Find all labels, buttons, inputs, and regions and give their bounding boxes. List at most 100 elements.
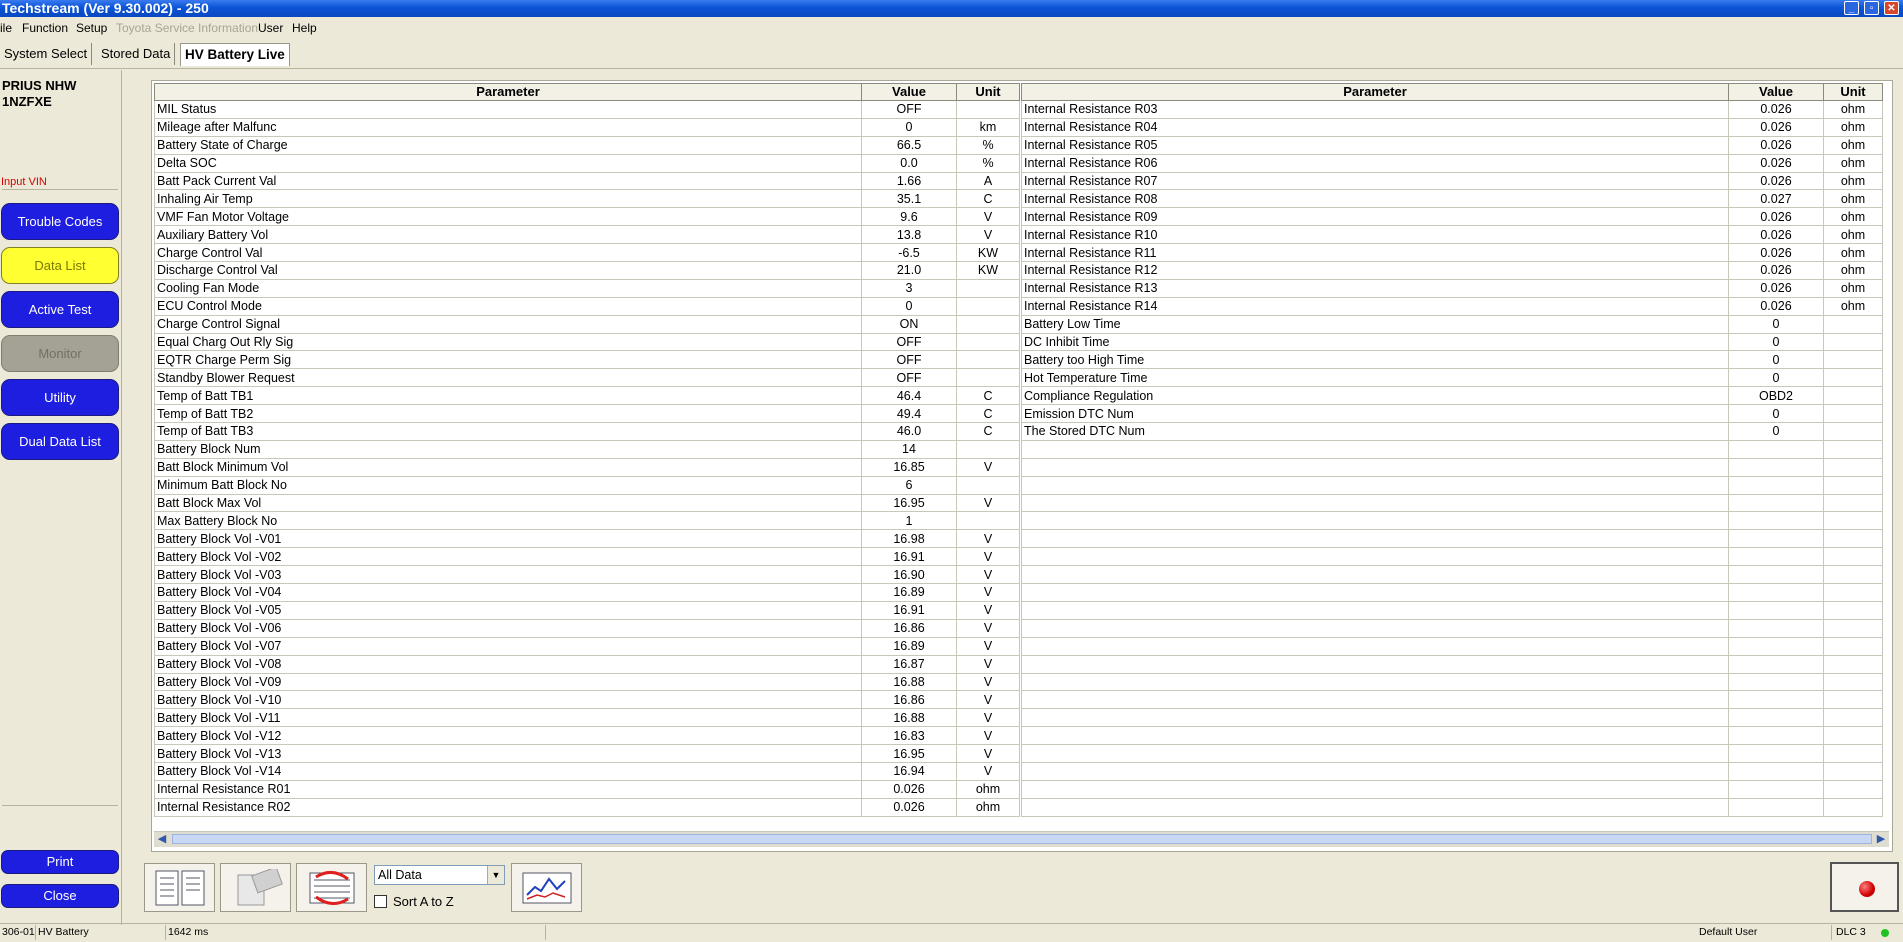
- active-test-button[interactable]: Active Test: [1, 291, 119, 328]
- table-row[interactable]: [1021, 547, 1883, 567]
- table-row[interactable]: [1021, 565, 1883, 585]
- table-row[interactable]: Battery Block Vol -V04 16.89 V: [154, 583, 1020, 602]
- table-row[interactable]: Battery Block Num 14: [154, 439, 1020, 459]
- table-row[interactable]: Internal Resistance R04 0.026 ohm: [1021, 117, 1883, 137]
- table-row[interactable]: Mileage after Malfunc 0 km: [154, 117, 1020, 137]
- column-header-unit[interactable]: Unit: [1823, 83, 1883, 101]
- table-row[interactable]: Discharge Control Val 21.0 KW: [154, 261, 1020, 280]
- close-button[interactable]: Close: [1, 884, 119, 908]
- column-header-parameter[interactable]: Parameter: [1021, 83, 1729, 101]
- table-row[interactable]: Equal Charg Out Rly Sig OFF: [154, 332, 1020, 352]
- table-row[interactable]: Battery Block Vol -V01 16.98 V: [154, 529, 1020, 549]
- table-row[interactable]: Temp of Batt TB1 46.4 C: [154, 386, 1020, 406]
- table-row[interactable]: [1021, 744, 1883, 763]
- horizontal-scrollbar[interactable]: ◀ ▶: [154, 831, 1889, 847]
- table-row[interactable]: Battery Block Vol -V07 16.89 V: [154, 636, 1020, 656]
- table-row[interactable]: Emission DTC Num 0: [1021, 404, 1883, 424]
- table-row[interactable]: Charge Control Val -6.5 KW: [154, 243, 1020, 263]
- table-row[interactable]: [1021, 511, 1883, 531]
- monitor-button[interactable]: Monitor: [1, 335, 119, 372]
- menu-toyota-service-information[interactable]: Toyota Service Information: [116, 21, 258, 35]
- scrollbar-thumb[interactable]: [172, 834, 1872, 844]
- table-row[interactable]: VMF Fan Motor Voltage 9.6 V: [154, 207, 1020, 227]
- menu-user[interactable]: User: [258, 21, 283, 35]
- table-row[interactable]: Internal Resistance R11 0.026 ohm: [1021, 243, 1883, 263]
- table-row[interactable]: MIL Status OFF: [154, 100, 1020, 119]
- table-row[interactable]: Minimum Batt Block No 6: [154, 475, 1020, 495]
- table-row[interactable]: Internal Resistance R10 0.026 ohm: [1021, 225, 1883, 245]
- table-row[interactable]: [1021, 726, 1883, 746]
- column-header-value[interactable]: Value: [861, 83, 957, 101]
- table-row[interactable]: Internal Resistance R05 0.026 ohm: [1021, 135, 1883, 155]
- snapshot-button[interactable]: [220, 863, 291, 912]
- table-row[interactable]: Internal Resistance R12 0.026 ohm: [1021, 261, 1883, 280]
- table-row[interactable]: Battery Block Vol -V05 16.91 V: [154, 600, 1020, 620]
- table-row[interactable]: [1021, 600, 1883, 620]
- table-row[interactable]: Battery Block Vol -V12 16.83 V: [154, 726, 1020, 746]
- tab-system-select[interactable]: System Select: [0, 43, 93, 65]
- table-row[interactable]: [1021, 690, 1883, 710]
- menu-setup[interactable]: Setup: [76, 21, 107, 35]
- checkbox-icon[interactable]: [374, 895, 387, 908]
- table-row[interactable]: Battery Block Vol -V09 16.88 V: [154, 672, 1020, 692]
- table-row[interactable]: Battery Block Vol -V14 16.94 V: [154, 761, 1020, 781]
- table-row[interactable]: [1021, 797, 1883, 817]
- column-header-parameter[interactable]: Parameter: [154, 83, 862, 101]
- table-row[interactable]: Charge Control Signal ON: [154, 314, 1020, 334]
- table-row[interactable]: Temp of Batt TB2 49.4 C: [154, 404, 1020, 424]
- column-header-unit[interactable]: Unit: [956, 83, 1020, 101]
- data-filter-select[interactable]: All Data ▼: [374, 865, 505, 885]
- sort-a-to-z-checkbox[interactable]: Sort A to Z: [374, 894, 454, 909]
- table-row[interactable]: [1021, 636, 1883, 656]
- menu-function[interactable]: Function: [22, 21, 68, 35]
- refresh-button[interactable]: [296, 863, 367, 912]
- table-row[interactable]: Batt Pack Current Val 1.66 A: [154, 171, 1020, 191]
- table-row[interactable]: DC Inhibit Time 0: [1021, 332, 1883, 352]
- table-row[interactable]: Battery State of Charge 66.5%: [154, 135, 1020, 155]
- table-row[interactable]: Internal Resistance R02 0.026 ohm: [154, 797, 1020, 817]
- table-row[interactable]: Delta SOC 0.0%: [154, 153, 1020, 173]
- utility-button[interactable]: Utility: [1, 379, 119, 416]
- maximize-button[interactable]: ▫: [1864, 1, 1879, 15]
- trouble-codes-button[interactable]: Trouble Codes: [1, 203, 119, 240]
- menu-help[interactable]: Help: [292, 21, 317, 35]
- record-button[interactable]: [1830, 862, 1899, 912]
- table-row[interactable]: [1021, 672, 1883, 692]
- table-row[interactable]: Battery Low Time 0: [1021, 314, 1883, 334]
- table-row[interactable]: Internal Resistance R08 0.027 ohm: [1021, 189, 1883, 209]
- table-row[interactable]: ECU Control Mode 0: [154, 296, 1020, 316]
- table-row[interactable]: Hot Temperature Time 0: [1021, 368, 1883, 388]
- table-row[interactable]: [1021, 439, 1883, 459]
- table-row[interactable]: Max Battery Block No 1: [154, 511, 1020, 531]
- table-row[interactable]: Battery Block Vol -V10 16.86 V: [154, 690, 1020, 710]
- menu-file[interactable]: ile: [0, 21, 12, 35]
- tab-hv-battery-live[interactable]: HV Battery Live: [180, 43, 290, 66]
- table-row[interactable]: [1021, 779, 1883, 799]
- table-row[interactable]: The Stored DTC Num 0: [1021, 422, 1883, 441]
- scroll-left-icon[interactable]: ◀: [154, 832, 170, 847]
- table-row[interactable]: Internal Resistance R14 0.026 ohm: [1021, 296, 1883, 316]
- table-row[interactable]: [1021, 457, 1883, 477]
- scroll-right-icon[interactable]: ▶: [1873, 832, 1889, 847]
- table-row[interactable]: [1021, 618, 1883, 638]
- table-row[interactable]: Auxiliary Battery Vol 13.8 V: [154, 225, 1020, 245]
- table-row[interactable]: Internal Resistance R07 0.026 ohm: [1021, 171, 1883, 191]
- table-row[interactable]: [1021, 654, 1883, 674]
- table-row[interactable]: Battery Block Vol -V08 16.87 V: [154, 654, 1020, 674]
- input-vin-link[interactable]: Input VIN: [1, 176, 47, 188]
- table-row[interactable]: Internal Resistance R03 0.026 ohm: [1021, 100, 1883, 119]
- table-row[interactable]: Batt Block Max Vol 16.95 V: [154, 493, 1020, 513]
- table-row[interactable]: [1021, 583, 1883, 602]
- table-row[interactable]: Internal Resistance R13 0.026 ohm: [1021, 278, 1883, 298]
- print-button[interactable]: Print: [1, 850, 119, 874]
- table-row[interactable]: Internal Resistance R01 0.026 ohm: [154, 779, 1020, 799]
- table-row[interactable]: [1021, 475, 1883, 495]
- table-row[interactable]: [1021, 529, 1883, 549]
- table-row[interactable]: [1021, 493, 1883, 513]
- graph-button[interactable]: [511, 863, 582, 912]
- table-row[interactable]: Battery Block Vol -V11 16.88 V: [154, 708, 1020, 728]
- column-header-value[interactable]: Value: [1728, 83, 1824, 101]
- table-row[interactable]: [1021, 761, 1883, 781]
- chevron-down-icon[interactable]: ▼: [487, 866, 504, 884]
- table-row[interactable]: Battery Block Vol -V06 16.86 V: [154, 618, 1020, 638]
